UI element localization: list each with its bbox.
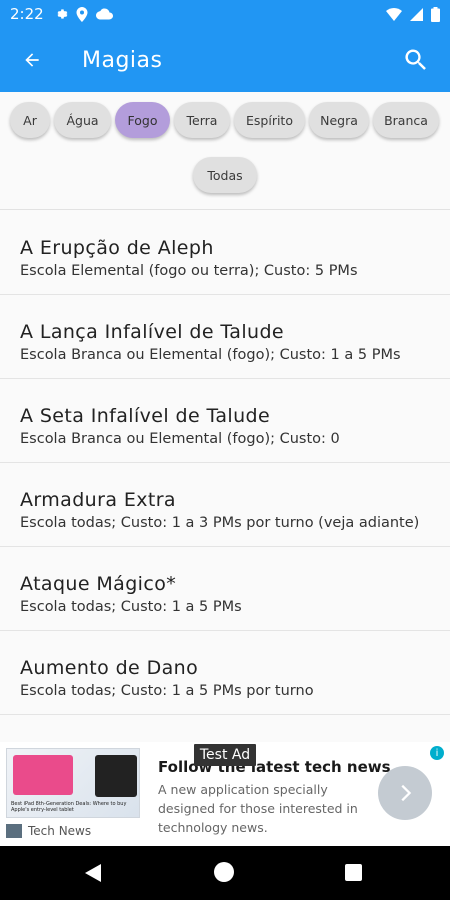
spell-detail: Escola todas; Custo: 1 a 5 PMs por turno [20,683,314,699]
home-circle-icon[interactable] [214,862,234,882]
list-item[interactable]: A Lança Infalível de Talude Escola Branc… [0,295,450,379]
chip-ar[interactable]: Ar [10,102,50,138]
signal-icon [410,7,423,21]
list-item[interactable]: Armadura Extra Escola todas; Custo: 1 a … [0,463,450,547]
spell-name: A Seta Infalível de Talude [20,405,271,427]
status-icons-right [386,6,440,22]
test-ad-badge: Test Ad [194,744,256,766]
page-title: Magias [82,47,163,73]
chevron-right-icon [401,784,412,802]
ad-cta-button[interactable] [378,766,432,820]
back-triangle-icon[interactable] [85,864,103,882]
status-icons-left [54,6,113,22]
location-icon [76,6,88,22]
ad-brand-name: Tech News [28,824,92,838]
chip-branca[interactable]: Branca [373,102,439,138]
brand-logo-icon [6,824,22,838]
ad-image-caption: Best iPad 8th-Generation Deals: Where to… [11,801,127,813]
tablet-graphic [13,755,73,795]
status-time: 2:22 [10,5,44,23]
ad-title[interactable]: Follow the latest tech news [158,758,391,776]
list-item[interactable]: Ataque Mágico* Escola todas; Custo: 1 a … [0,547,450,631]
list-item[interactable]: Aumento de Dano Escola todas; Custo: 1 a… [0,631,450,715]
cloud-icon [95,8,113,20]
list-item[interactable]: A Erupção de Aleph Escola Elemental (fog… [0,211,450,295]
chip-terra[interactable]: Terra [174,102,230,138]
spell-name: Aumento de Dano [20,657,199,679]
spell-detail: Escola Branca ou Elemental (fogo); Custo… [20,431,340,447]
spell-detail: Escola Branca ou Elemental (fogo); Custo… [20,347,401,363]
chip-negra[interactable]: Negra [309,102,369,138]
ad-body: A new application specially designed for… [158,782,358,835]
battery-icon [431,6,440,22]
school-filter-chips: Ar Água Fogo Terra Espírito Negra Branca… [0,92,450,210]
list-item[interactable]: A Seta Infalível de Talude Escola Branca… [0,379,450,463]
gear-icon [57,9,68,19]
spell-detail: Escola todas; Custo: 1 a 5 PMs [20,599,242,615]
wifi-icon [386,7,402,21]
spell-detail: Escola todas; Custo: 1 a 3 PMs por turno… [20,515,420,531]
arrow-left-icon [25,53,39,67]
ad-brand: Tech News [6,824,91,838]
recents-square-icon[interactable] [345,864,362,881]
info-icon[interactable]: i [430,746,444,760]
spell-name: A Erupção de Aleph [20,237,214,259]
app-bar: Magias [0,28,450,92]
chip-espirito[interactable]: Espírito [234,102,305,138]
search-icon [405,49,426,70]
chip-agua[interactable]: Água [54,102,111,138]
spell-name: A Lança Infalível de Talude [20,321,284,343]
system-nav-bar [0,846,450,900]
spell-name: Armadura Extra [20,489,176,511]
phone-graphic [95,755,137,797]
spell-list: A Erupção de Aleph Escola Elemental (fog… [0,211,450,715]
status-bar: 2:22 [0,0,450,28]
spell-detail: Escola Elemental (fogo ou terra); Custo:… [20,263,358,279]
spell-name: Ataque Mágico* [20,573,177,595]
search-button[interactable] [392,36,440,84]
chip-fogo[interactable]: Fogo [115,102,170,138]
ad-image[interactable]: Best iPad 8th-Generation Deals: Where to… [6,748,140,818]
chip-todas[interactable]: Todas [193,157,257,193]
back-button[interactable] [0,28,64,92]
